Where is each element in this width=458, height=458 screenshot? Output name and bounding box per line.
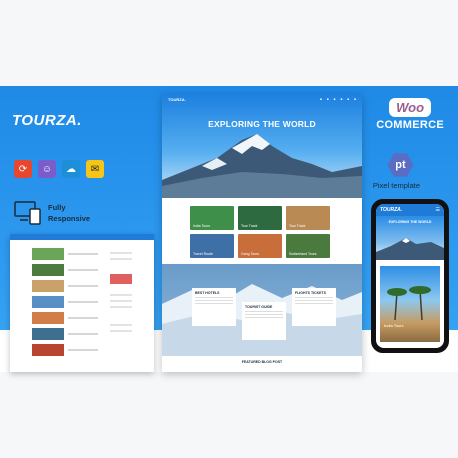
- service-card[interactable]: FLIGHTS TICKETS: [292, 288, 336, 326]
- phone-hero: EXPLORING THE WORLD: [376, 216, 444, 260]
- woo-sub: COMMERCE: [376, 119, 444, 131]
- phone-tour-card[interactable]: India Tours: [380, 266, 440, 342]
- tour-card[interactable]: Tour Track: [238, 206, 282, 230]
- main-hero: TOURZA. ■ ■ ■ ■ ■ ■ EXPLORING THE WORLD: [162, 94, 362, 198]
- plugin-icons: ⟳ ☺ ☁ ✉: [14, 160, 104, 178]
- user-icon: ☺: [38, 160, 56, 178]
- responsive-line2: Responsive: [48, 214, 91, 223]
- tour-card[interactable]: Travel Route: [190, 234, 234, 258]
- sync-icon: ⟳: [14, 160, 32, 178]
- list-item: [32, 344, 98, 356]
- tour-card[interactable]: Switzerland Tours: [286, 234, 330, 258]
- sidebar-line: [110, 330, 132, 332]
- service-card[interactable]: BEST HOTELS: [192, 288, 236, 326]
- tour-card[interactable]: India Tours: [190, 206, 234, 230]
- sidebar-line: [110, 252, 132, 254]
- responsive-text: Fully Responsive: [48, 202, 90, 224]
- mountain-illustration: [162, 134, 362, 198]
- service-cards: BEST HOTELS TOURIST GUIDE FLIGHTS TICKET…: [192, 288, 336, 340]
- list-item: [32, 296, 98, 308]
- sidebar-line: [110, 294, 132, 296]
- menu-icon[interactable]: ☰: [436, 207, 440, 213]
- tour-grid: India Tours Tour Track Tour Track Travel…: [190, 206, 330, 258]
- phone-logo: TOURZA.: [380, 207, 403, 213]
- phone-mountain: [376, 238, 444, 260]
- list-item: [32, 248, 98, 260]
- sidebar-line: [110, 258, 132, 260]
- list-item: [32, 264, 98, 276]
- woo-badge: Woo: [389, 98, 432, 117]
- featured-label: FEATURED BLOG POST: [241, 360, 283, 364]
- responsive-line1: Fully: [48, 203, 66, 212]
- main-logo: TOURZA.: [168, 96, 186, 102]
- tour-card[interactable]: Gang Tours: [238, 234, 282, 258]
- pt-label: Pixel template: [372, 181, 420, 190]
- list-item: [32, 328, 98, 340]
- list-item: [32, 280, 98, 292]
- cloud-icon: ☁: [62, 160, 80, 178]
- main-menu: ■ ■ ■ ■ ■ ■: [320, 97, 356, 101]
- woocommerce-logo: Woo COMMERCE: [376, 98, 444, 131]
- phone-mockup: TOURZA. ☰ EXPLORING THE WORLD India Tour…: [371, 199, 449, 353]
- phone-screen: TOURZA. ☰ EXPLORING THE WORLD India Tour…: [376, 204, 444, 348]
- blog-page-mockup: [10, 234, 154, 372]
- sidebar-banner: [110, 274, 132, 284]
- sidebar-line: [110, 324, 132, 326]
- tour-card[interactable]: Tour Track: [286, 206, 330, 230]
- pt-hex-icon: pt: [387, 153, 414, 177]
- phone-topbar: TOURZA. ☰: [376, 204, 444, 216]
- palm-tree-icon: [387, 286, 431, 320]
- blog-topbar: [10, 234, 154, 240]
- service-card[interactable]: TOURIST GUIDE: [242, 302, 286, 340]
- home-page-mockup: TOURZA. ■ ■ ■ ■ ■ ■ EXPLORING THE WORLD India…: [162, 94, 362, 372]
- sidebar-line: [110, 300, 132, 302]
- main-nav: TOURZA. ■ ■ ■ ■ ■ ■: [162, 94, 362, 104]
- product-preview: TOURZA. ⟳ ☺ ☁ ✉ Fully Responsive Woo COM…: [0, 0, 458, 458]
- devices-icon: [14, 201, 41, 225]
- mailchimp-icon: ✉: [86, 160, 104, 178]
- list-item: [32, 312, 98, 324]
- sidebar-line: [110, 306, 132, 308]
- phone-card-label: India Tours: [384, 323, 404, 328]
- pixel-template-logo: pt Pixel template: [373, 152, 420, 190]
- brand-logo: TOURZA.: [12, 112, 82, 129]
- responsive-feature: Fully Responsive: [14, 200, 90, 226]
- phone-title: EXPLORING THE WORLD: [388, 220, 432, 224]
